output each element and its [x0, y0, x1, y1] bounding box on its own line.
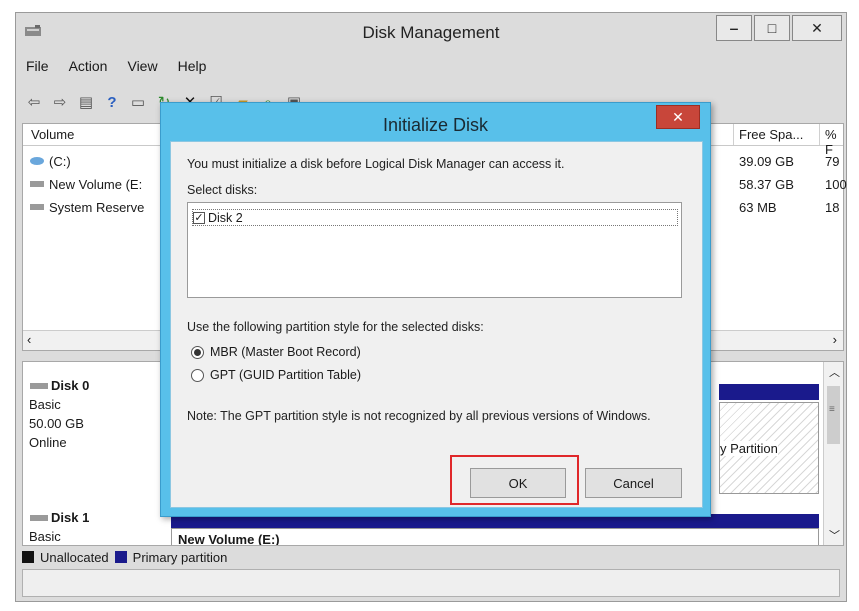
disk-name: Disk 1: [51, 510, 90, 525]
menu-file[interactable]: File: [16, 55, 59, 77]
disk-icon: [30, 514, 48, 521]
cancel-button[interactable]: Cancel: [585, 468, 682, 498]
minimize-button[interactable]: ‒: [716, 15, 752, 41]
volume-row[interactable]: (C:): [29, 151, 71, 171]
legend: Unallocated Primary partition: [22, 547, 227, 567]
disk-icon: [30, 382, 48, 389]
gpt-radio[interactable]: [191, 368, 204, 382]
volume-name: (C:): [49, 153, 71, 169]
legend-primary-partition: Primary partition: [132, 549, 228, 565]
back-icon[interactable]: ⇦: [24, 93, 44, 111]
forward-icon[interactable]: ⇨: [50, 93, 70, 111]
partition-style-label: Use the following partition style for th…: [187, 320, 484, 334]
properties-icon[interactable]: ▭: [128, 93, 148, 111]
legend-unallocated: Unallocated: [40, 549, 109, 565]
volume-name: New Volume (E:: [49, 176, 143, 192]
maximize-button[interactable]: □: [754, 15, 790, 41]
menu-view[interactable]: View: [117, 55, 167, 77]
dialog-body: You must initialize a disk before Logica…: [170, 141, 703, 508]
mbr-radio[interactable]: [191, 345, 204, 359]
initialize-disk-dialog: Initialize Disk ✕ You must initialize a …: [160, 102, 711, 517]
volume-row[interactable]: System Reserve: [29, 197, 144, 217]
menu-action[interactable]: Action: [59, 55, 118, 77]
volume-name: System Reserve: [49, 199, 145, 215]
scrollbar-thumb[interactable]: ≡: [827, 386, 840, 444]
partition-block[interactable]: y Partition: [719, 402, 819, 494]
disk-checkbox[interactable]: ✓: [193, 211, 205, 224]
disk-status: Online: [29, 435, 67, 450]
disk-item-label: Disk 2: [208, 210, 243, 225]
unallocated-swatch: [22, 551, 34, 563]
menu-help[interactable]: Help: [168, 55, 217, 77]
free-space-cell: 39.09 GB: [739, 154, 794, 169]
gpt-option[interactable]: GPT (GUID Partition Table): [191, 368, 361, 382]
primary-partition-bar: [719, 384, 819, 400]
vertical-scrollbar[interactable]: ︿ ≡ ﹀: [823, 362, 843, 545]
close-button[interactable]: ✕: [792, 15, 842, 41]
primary-partition-swatch: [114, 551, 127, 563]
disk-0-info[interactable]: Disk 0 Basic 50.00 GB Online: [29, 376, 89, 452]
status-bar: [22, 569, 840, 597]
scroll-up-icon[interactable]: ︿: [829, 364, 840, 380]
mbr-label: MBR (Master Boot Record): [210, 345, 361, 359]
show-hide-console-icon[interactable]: ▤: [76, 93, 96, 111]
disk-size: 50.00 GB: [29, 416, 84, 431]
scroll-left-icon[interactable]: ‹: [27, 332, 31, 347]
scroll-right-icon[interactable]: ›: [833, 332, 837, 347]
dialog-title: Initialize Disk: [382, 115, 489, 135]
disk-type: Basic: [29, 529, 61, 544]
mbr-option[interactable]: MBR (Master Boot Record): [191, 345, 361, 359]
dialog-message: You must initialize a disk before Logica…: [187, 157, 565, 171]
select-disks-label: Select disks:: [187, 183, 258, 197]
menu-bar: File Action View Help: [16, 55, 846, 77]
volume-icon: [30, 157, 44, 165]
help-icon[interactable]: ?: [102, 93, 122, 111]
percent-free-cell: 100: [825, 177, 847, 192]
percent-free-cell: 18: [825, 200, 840, 215]
gpt-note: Note: The GPT partition style is not rec…: [187, 409, 651, 423]
new-volume-label: New Volume (E:): [178, 532, 280, 546]
column-percent-free[interactable]: % F: [825, 127, 843, 157]
gpt-label: GPT (GUID Partition Table): [210, 368, 361, 382]
scroll-down-icon[interactable]: ﹀: [829, 527, 840, 543]
ok-button-highlight: [450, 455, 579, 505]
disk-selection-list: ✓ Disk 2: [187, 202, 682, 298]
column-free-space[interactable]: Free Spa...: [739, 127, 803, 142]
column-volume[interactable]: Volume: [31, 127, 74, 142]
disk-1-info[interactable]: Disk 1 Basic: [29, 508, 90, 545]
volume-icon: [30, 181, 44, 187]
disk-name: Disk 0: [51, 378, 90, 393]
disk-type: Basic: [29, 397, 61, 412]
partition-label: y Partition: [720, 441, 778, 456]
disk-list-item[interactable]: ✓ Disk 2: [192, 209, 678, 226]
volume-row[interactable]: New Volume (E:: [29, 174, 142, 194]
title-bar: Disk Management ‒ □ ✕: [16, 13, 846, 53]
volume-icon: [30, 204, 44, 210]
percent-free-cell: 79: [825, 154, 840, 169]
partition-block[interactable]: New Volume (E:): [171, 528, 819, 546]
dialog-close-button[interactable]: ✕: [656, 105, 700, 129]
free-space-cell: 58.37 GB: [739, 177, 794, 192]
free-space-cell: 63 MB: [739, 200, 777, 215]
